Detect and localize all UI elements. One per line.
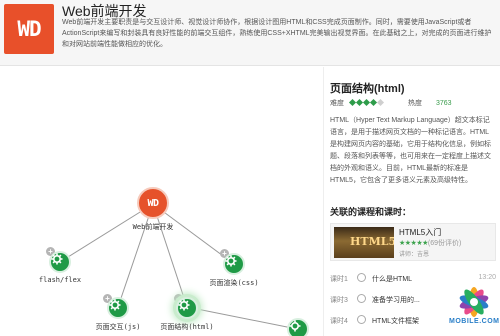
node-label-flash: flash/flex bbox=[38, 276, 82, 284]
panel-description: HTML（Hyper Text Markup Language）超文本标记语言，… bbox=[330, 117, 491, 184]
review-count: (69份评价) bbox=[427, 240, 462, 247]
gear-icon[interactable] bbox=[49, 251, 71, 273]
gear-icon[interactable] bbox=[223, 253, 245, 275]
panel-title: 页面结构(html) bbox=[330, 83, 405, 95]
lesson-name[interactable]: 什么是HTML bbox=[372, 274, 412, 284]
difficulty-label: 难度 bbox=[330, 100, 344, 107]
difficulty-diamond bbox=[369, 98, 377, 107]
node-label-css: 页面渲染(css) bbox=[209, 279, 259, 287]
thumbnail-text: HTML5 bbox=[350, 235, 394, 248]
lesson-radio[interactable] bbox=[357, 294, 366, 303]
lesson-name[interactable]: 准备学习用的... bbox=[372, 295, 420, 305]
related-course-card[interactable]: HTML5 HTML5入门 ★★★★★(69份评价) 讲师：吉恩 bbox=[330, 223, 496, 261]
difficulty-row: 难度 bbox=[330, 98, 384, 108]
course-thumbnail[interactable]: HTML5 bbox=[334, 227, 394, 258]
node-label-html: 页面结构(html) bbox=[160, 323, 214, 331]
lesson-number: 课时4 bbox=[330, 318, 348, 325]
difficulty-diamond bbox=[355, 98, 363, 107]
gear-icon[interactable] bbox=[287, 318, 309, 336]
watermark-logo bbox=[459, 287, 489, 317]
heat-value: 3763 bbox=[435, 100, 452, 107]
difficulty-diamond bbox=[348, 98, 356, 107]
lesson-radio[interactable] bbox=[357, 273, 366, 282]
difficulty-rating bbox=[348, 98, 384, 107]
course-teacher: 讲师：吉恩 bbox=[399, 252, 430, 258]
difficulty-diamond bbox=[376, 98, 384, 107]
root-node-label: Web前端开发 bbox=[132, 223, 174, 231]
course-description: Web前端开发主要职责是与交互设计师、视觉设计师协作，根据设计图用HTML和CS… bbox=[62, 19, 492, 48]
course-rating: ★★★★★(69份评价) bbox=[399, 238, 461, 248]
gear-icon[interactable] bbox=[107, 297, 129, 319]
course-header: WD Web前端开发 Web前端开发主要职责是与交互设计师、视觉设计师协作，根据… bbox=[0, 0, 500, 66]
root-logo-text: WD bbox=[147, 197, 159, 209]
watermark-text: MOBILE.COM bbox=[449, 318, 500, 325]
heat-row: 热度 3763 bbox=[408, 98, 452, 108]
logo-text: WD bbox=[17, 17, 41, 41]
course-name[interactable]: HTML5入门 bbox=[399, 227, 441, 238]
knowledge-map[interactable]: WD Web前端开发 + flash/flex + 页面渲染(css) + 页面… bbox=[0, 67, 322, 336]
course-logo[interactable]: WD bbox=[4, 4, 54, 54]
gear-icon[interactable] bbox=[176, 297, 198, 319]
lesson-number: 课时1 bbox=[330, 276, 348, 283]
node-label-js: 页面交互(js) bbox=[95, 323, 141, 331]
lesson-number: 课时3 bbox=[330, 297, 348, 304]
lesson-radio[interactable] bbox=[357, 315, 366, 324]
root-node-circle[interactable]: WD bbox=[137, 187, 169, 219]
rating-stars: ★★★★★ bbox=[399, 240, 428, 247]
related-courses-title: 关联的课程和课时： bbox=[330, 207, 412, 217]
lesson-name[interactable]: HTML文件框架 bbox=[372, 316, 419, 326]
heat-label: 热度 bbox=[408, 100, 422, 107]
difficulty-diamond bbox=[362, 98, 370, 107]
